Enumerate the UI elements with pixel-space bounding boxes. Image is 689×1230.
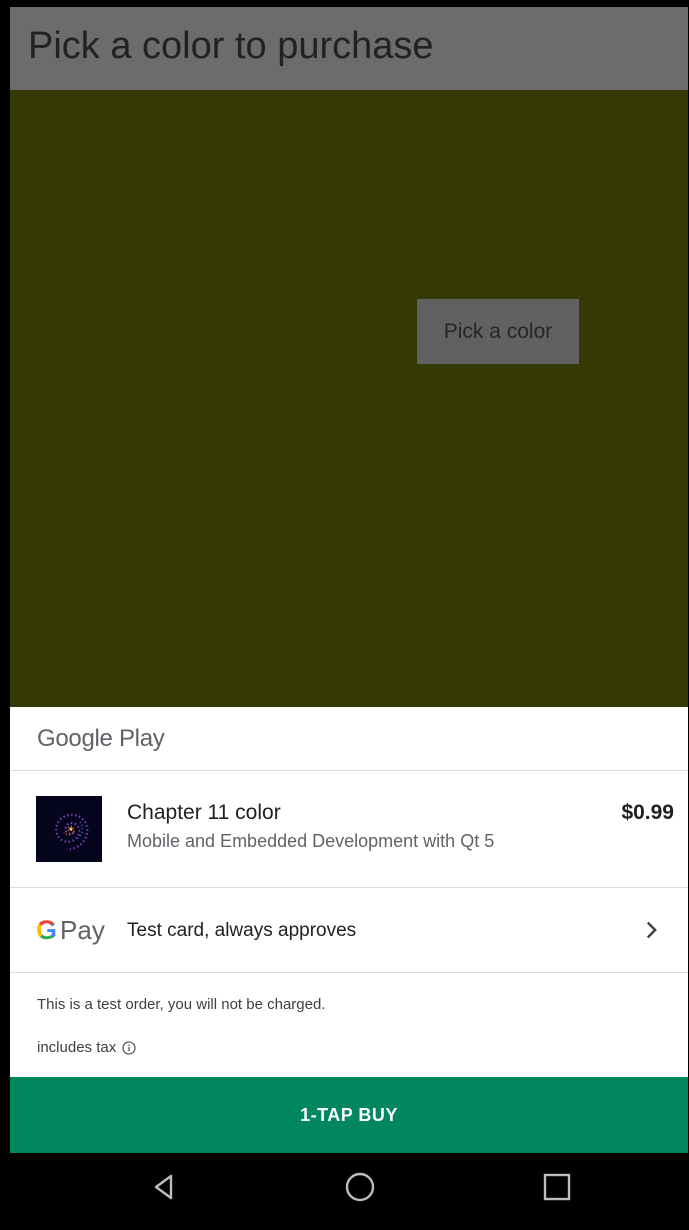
back-triangle-icon[interactable] — [144, 1167, 184, 1207]
one-tap-buy-button[interactable]: 1-TAP BUY — [10, 1077, 688, 1153]
spiral-galaxy-icon — [36, 796, 102, 862]
test-order-notice: This is a test order, you will not be ch… — [37, 996, 326, 1013]
recents-square-icon[interactable] — [537, 1167, 577, 1207]
tax-note-label: includes tax — [37, 1039, 117, 1056]
info-icon[interactable] — [122, 1040, 136, 1055]
android-nav-bar — [10, 1153, 688, 1228]
payment-method-row[interactable]: G Pay Test card, always approves — [10, 888, 688, 973]
home-circle-icon[interactable] — [340, 1167, 380, 1207]
payment-method-label: Test card, always approves — [127, 920, 357, 941]
item-thumbnail — [36, 796, 102, 862]
tax-note: includes tax — [37, 1039, 136, 1056]
purchase-item-row: Chapter 11 color Mobile and Embedded Dev… — [10, 771, 688, 888]
google-g-icon: G — [36, 915, 58, 945]
google-play-purchase-sheet: Google Play Chapter 11 color Mobile and … — [10, 707, 688, 1153]
google-play-logo: Google Play — [37, 725, 165, 752]
sheet-header: Google Play — [10, 707, 688, 771]
item-title: Chapter 11 color — [127, 801, 281, 824]
device-frame: Pick a color to purchase Pick a color Go… — [0, 0, 689, 1230]
page-title: Pick a color to purchase — [28, 25, 434, 67]
app-header: Pick a color to purchase — [10, 7, 688, 90]
item-price: $0.99 — [621, 801, 674, 824]
screen: Pick a color to purchase Pick a color Go… — [10, 7, 688, 1228]
pick-color-button[interactable]: Pick a color — [417, 299, 579, 364]
google-pay-logo: G Pay — [36, 915, 105, 946]
color-preview-area: Pick a color — [10, 90, 688, 707]
chevron-right-icon[interactable] — [640, 918, 664, 942]
pay-wordmark: Pay — [60, 915, 105, 945]
item-subtitle: Mobile and Embedded Development with Qt … — [127, 831, 495, 851]
